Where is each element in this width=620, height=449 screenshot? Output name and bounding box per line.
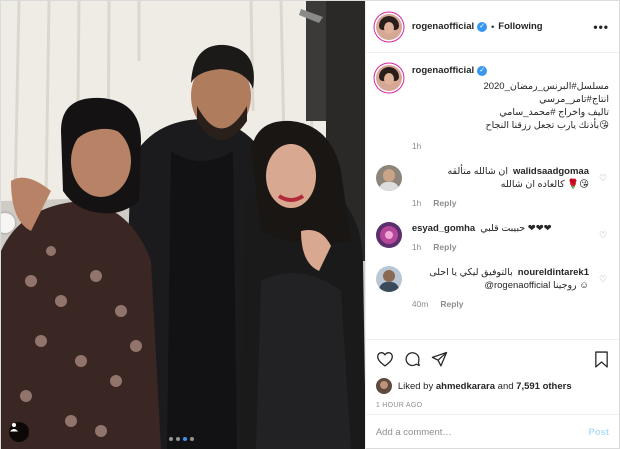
commenter-avatar[interactable] [375,165,402,191]
liker-username[interactable]: ahmedkarara [436,381,495,392]
liker-avatar[interactable] [375,378,392,394]
caption-username[interactable]: rogenaofficial [412,65,474,76]
verified-icon: ✓ [477,21,488,32]
comment-item: بالتوفيق ليكي يا احلى noureldintarek1 @r… [375,266,609,309]
comments-list: rogenaofficial ✓ مسلسل#البرنس_رمضان_2020… [366,53,619,339]
caption-avatar[interactable] [375,65,402,91]
comment-text-line-2: @rogenaofficial روجينا ☺ [484,280,589,291]
follow-separator: • [491,21,495,32]
reply-button[interactable]: Reply [433,198,456,208]
photo-illustration [1,1,365,449]
caption-text-line-3: 😘بأذنك يارب تجعل رزقنا النجاح [485,120,609,131]
carousel-indicator [169,437,194,441]
caption-text-line-2: تاليف واخراج #محمد_سامي [499,107,609,118]
comment-username[interactable]: esyad_gomha [412,223,475,234]
more-options-icon[interactable]: ••• [593,20,609,34]
comment-like-icon[interactable]: ♡ [599,165,609,208]
following-button[interactable]: Following [498,21,542,32]
carousel-dot [176,437,180,441]
caption-text-line-1: مسلسل#البرنس_رمضان_2020 انتاج#تامر_مرسي [483,81,609,105]
share-icon[interactable] [431,351,448,368]
post-comment-button[interactable]: Post [588,427,609,438]
comment-time[interactable]: 40m [412,299,429,309]
verified-icon: ✓ [477,65,488,76]
carousel-dot [169,437,173,441]
carousel-dot-active [183,437,187,441]
tag-user-icon [10,423,18,432]
comment-time[interactable]: 1h [412,198,421,208]
post-timestamp[interactable]: 1 HOUR AGO [376,402,609,409]
commenter-avatar[interactable] [375,222,402,248]
tagged-users-button[interactable] [9,422,29,442]
caption: rogenaofficial ✓ مسلسل#البرنس_رمضان_2020… [375,65,609,151]
caption-time[interactable]: 1h [412,141,421,151]
author-avatar[interactable] [375,13,402,40]
commenter-avatar[interactable] [375,266,402,292]
likes-summary: Liked by ahmedkarara and 7,591 others [375,378,609,394]
add-comment-input[interactable]: Add a comment… [376,427,452,438]
bookmark-icon[interactable] [594,350,609,368]
comment-item: esyad_gomha حبيبت قلبي ❤❤❤ 1h Reply ♡ [375,222,609,252]
comment-time[interactable]: 1h [412,242,421,252]
comment-text: بالتوفيق ليكي يا احلى [429,267,513,278]
comment-username[interactable]: noureldintarek1 [518,267,589,278]
likes-others-link[interactable]: 7,591 others [516,381,571,392]
chevron-left-icon [1,213,3,221]
reply-button[interactable]: Reply [433,242,456,252]
comment-username[interactable]: walidsaadgomaa [513,166,589,177]
comment-text: حبيبت قلبي ❤❤❤ [480,223,552,234]
post-photo[interactable] [1,1,365,449]
post-header: rogenaofficial ✓ • Following ••• [365,1,619,53]
author-username[interactable]: rogenaofficial [412,21,474,32]
comment-item: ان شالله متألقه walidsaadgomaa 😘🌹 كالعاد… [375,165,609,208]
reply-button[interactable]: Reply [440,299,463,309]
comment-like-icon[interactable]: ♡ [599,266,609,309]
comment-like-icon[interactable]: ♡ [599,222,609,252]
post-actions: Liked by ahmedkarara and 7,591 others 1 … [365,339,619,409]
comment-text: ان شالله متألقه [447,166,508,177]
likes-and: and [497,380,514,392]
likes-prefix: Liked by [397,380,434,392]
comment-text-line-2: 😘🌹 كالعاده ان شالله [500,179,589,190]
carousel-dot [190,437,194,441]
add-comment-bar: Add a comment… Post [365,414,619,449]
post-side-panel: rogenaofficial ✓ • Following ••• rogenao… [364,1,619,449]
instagram-post: rogenaofficial ✓ • Following ••• rogenao… [0,0,620,449]
heart-icon[interactable] [376,351,394,367]
comment-icon[interactable] [404,351,421,368]
